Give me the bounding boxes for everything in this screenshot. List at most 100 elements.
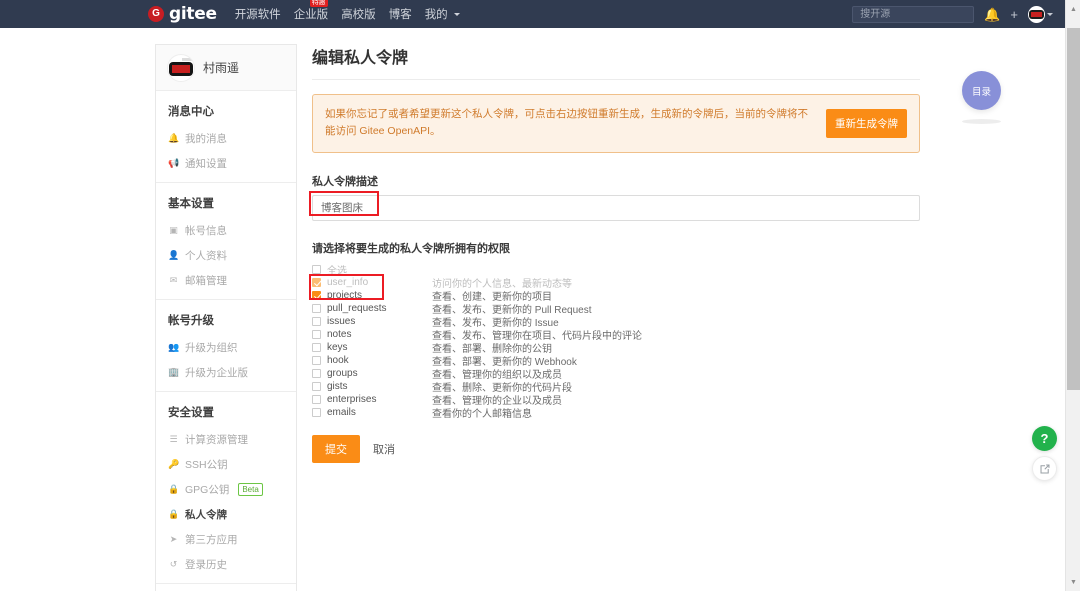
sidebar-item-label: 计算资源管理 [185,434,248,446]
permission-label: 全选 [327,265,347,277]
history-icon: ↺ [169,559,178,569]
checkbox-projects[interactable] [312,290,321,300]
checkbox-enterprises[interactable] [312,394,321,404]
checkbox-emails[interactable] [312,407,321,417]
alert-message: 如果你忘记了或者希望更新这个私人令牌，可点击右边按钮重新生成，生成新的令牌后，当… [325,108,808,138]
sidebar-group-account-upgrade: 帐号升级 👥 升级为组织 🏢 升级为企业版 [156,300,296,392]
user-menu[interactable] [1028,5,1053,23]
permission-row-select-all[interactable]: 全选 [312,263,920,277]
permission-row-pull-requests[interactable]: pull_requests 查看、发布、更新你的 Pull Request [312,302,920,316]
sidebar-item-label: 我的消息 [185,133,227,145]
scrollbar-thumb[interactable] [1067,28,1080,390]
submit-button[interactable]: 提交 [312,434,360,463]
permission-label: notes [327,328,352,340]
feedback-button[interactable] [1032,456,1057,481]
permission-row-enterprises[interactable]: enterprises 查看、管理你的企业以及成员 [312,393,920,407]
permission-label: projects [327,289,363,301]
permission-row-emails[interactable]: emails 查看你的个人邮箱信息 [312,406,920,420]
search-box[interactable] [852,5,975,23]
sidebar-item-third-party-apps[interactable]: ➤ 第三方应用 [156,527,296,552]
checkbox-gists[interactable] [312,381,321,391]
permission-row-groups[interactable]: groups 查看、管理你的组织以及成员 [312,367,920,381]
token-description-label: 私人令牌描述 [312,175,378,188]
beta-badge: Beta [238,483,263,496]
checkbox-keys[interactable] [312,342,321,352]
notification-bell-icon[interactable]: 🔔 [984,8,1000,21]
permission-row-user-info[interactable]: user_info 访问你的个人信息、最新动态等 [312,276,920,290]
checkbox-notes[interactable] [312,329,321,339]
checkbox-issues[interactable] [312,316,321,326]
regenerate-token-button[interactable]: 重新生成令牌 [826,108,907,138]
group-icon: 👥 [168,342,180,352]
sidebar-item-my-messages[interactable]: 🔔 我的消息 [156,126,296,151]
nav-link-enterprise[interactable]: 企业版 特惠 [293,0,329,22]
cancel-button[interactable]: 取消 [373,441,395,457]
settings-sidebar: 村雨遥 消息中心 🔔 我的消息 📢 通知设置 基本设置 ▣ 帐号信息 👤 个人资 [155,44,297,591]
permission-row-notes[interactable]: notes 查看、发布、管理你在项目、代码片段中的评论 [312,328,920,342]
sidebar-item-compute-resources[interactable]: ☰ 计算资源管理 [156,427,296,452]
token-icon: 🔒 [168,509,180,519]
token-description-wrapper [309,190,920,221]
sidebar-group-messages: 消息中心 🔔 我的消息 📢 通知设置 [156,91,296,183]
permission-label: user_info [327,276,369,288]
help-button[interactable]: ? [1032,426,1057,451]
sidebar-item-account-info[interactable]: ▣ 帐号信息 [156,218,296,243]
permissions-list: 全选 user_info 访问你的个人信息、最新动态等 projects 查看、… [309,263,920,420]
checkbox-hook[interactable] [312,355,321,365]
permission-label: enterprises [327,393,377,405]
token-description-input[interactable] [312,194,920,221]
checkbox-groups[interactable] [312,368,321,378]
scroll-up-arrow-icon[interactable]: ▲ [1066,2,1080,16]
permission-label: issues [327,315,356,327]
regenerate-token-alert: 如果你忘记了或者希望更新这个私人令牌，可点击右边按钮重新生成，生成新的令牌后，当… [312,94,920,153]
permission-label: gists [327,380,348,392]
sidebar-group-title: 帐号升级 [168,315,214,327]
scroll-down-arrow-icon[interactable]: ▼ [1066,575,1080,589]
lock-icon: 🔒 [168,484,180,494]
sidebar-item-upgrade-to-org[interactable]: 👥 升级为组织 [156,335,296,360]
sidebar-item-gpg-keys[interactable]: 🔒 GPG公钥 Beta [156,477,296,502]
id-card-icon: ▣ [169,225,178,235]
plus-icon[interactable]: + [1010,8,1018,21]
sidebar-item-label: 邮箱管理 [185,275,227,287]
checkbox-user-info[interactable] [312,277,321,287]
sidebar-item-label: SSH公钥 [185,459,228,471]
key-icon: 🔑 [168,459,180,469]
permission-row-projects[interactable]: projects 查看、创建、更新你的项目 [312,289,920,303]
checkbox-select-all[interactable] [312,264,321,274]
sidebar-item-email-management[interactable]: ✉ 邮箱管理 [156,268,296,293]
gitee-logo[interactable]: G gitee [148,4,217,24]
avatar [1028,5,1045,23]
nav-link-opensource[interactable]: 开源软件 [235,6,281,22]
sidebar-item-label: 第三方应用 [185,534,238,546]
sidebar-item-profile[interactable]: 👤 个人资料 [156,243,296,268]
nav-inner: G gitee 开源软件 企业版 特惠 高校版 博客 我的 搜开源 🔔 + [0,0,1065,24]
nav-right-group: 🔔 + [852,5,1065,23]
sidebar-item-upgrade-to-enterprise[interactable]: 🏢 升级为企业版 [156,360,296,385]
permission-row-hook[interactable]: hook 查看、部署、更新你的 Webhook [312,354,920,368]
permission-description: 查看你的个人邮箱信息 [432,408,532,420]
table-of-contents-fab[interactable]: 目录 [962,71,1001,110]
sidebar-item-private-token[interactable]: 🔒 私人令牌 [156,502,296,527]
nav-link-university[interactable]: 高校版 [341,6,376,22]
nav-link-blog[interactable]: 博客 [389,6,412,22]
sidebar-item-ssh-keys[interactable]: 🔑 SSH公钥 [156,452,296,477]
page-scrollbar[interactable]: ▲ ▼ [1065,0,1080,591]
nav-link-label: 高校版 [341,9,376,21]
checkbox-pull-requests[interactable] [312,303,321,313]
sidebar-item-label: 升级为组织 [185,342,238,354]
search-input[interactable] [858,7,969,21]
sidebar-group-basic-settings: 基本设置 ▣ 帐号信息 👤 个人资料 ✉ 邮箱管理 [156,183,296,300]
promo-badge: 特惠 [309,0,328,7]
sidebar-group-title: 消息中心 [168,106,214,118]
sidebar-user-header[interactable]: 村雨遥 [156,45,296,91]
permission-row-keys[interactable]: keys 查看、部署、删除你的公钥 [312,341,920,355]
sidebar-item-login-history[interactable]: ↺ 登录历史 [156,552,296,577]
sidebar-item-notification-settings[interactable]: 📢 通知设置 [156,151,296,176]
permission-row-gists[interactable]: gists 查看、删除、更新你的代码片段 [312,380,920,394]
page-title: 编辑私人令牌 [312,44,920,80]
nav-link-mine[interactable]: 我的 [425,6,460,22]
nav-link-label: 企业版 [293,9,329,21]
bell-icon: 🔔 [168,133,180,143]
permission-label: keys [327,341,348,353]
